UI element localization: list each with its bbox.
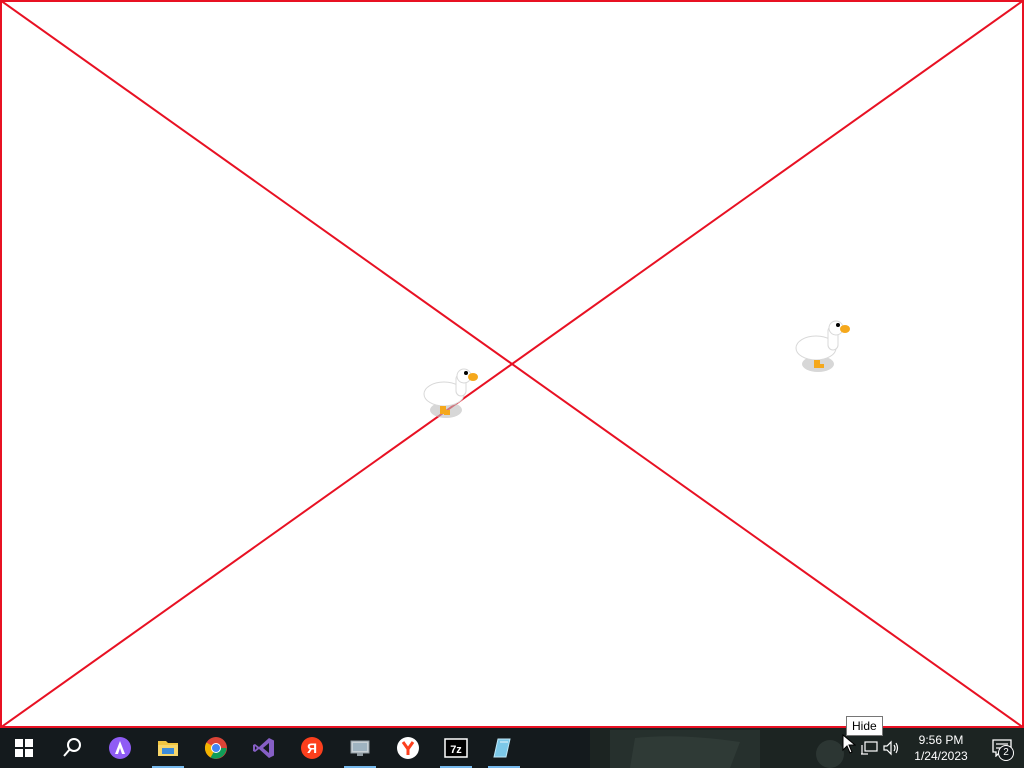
svg-text:Я: Я: [307, 740, 317, 756]
monitor-icon: [350, 740, 370, 756]
missing-image-placeholder: [0, 0, 1024, 728]
search-icon: [63, 738, 81, 757]
svg-text:7z: 7z: [450, 744, 462, 756]
monitor-app[interactable]: [336, 728, 384, 768]
start-button[interactable]: [0, 728, 48, 768]
notification-count-badge: 2: [998, 745, 1014, 761]
notepad-icon: [493, 738, 511, 758]
network-icon: [861, 741, 878, 755]
placeholder-border: [0, 0, 1024, 728]
desktop[interactable]: [0, 0, 1024, 728]
tooltip: Hide: [846, 716, 883, 736]
yandex-browser[interactable]: [384, 728, 432, 768]
notepad-app[interactable]: [480, 728, 528, 768]
yandex[interactable]: Я: [288, 728, 336, 768]
alice-icon: [109, 737, 131, 759]
windows-icon: [15, 739, 33, 757]
volume-icon: [883, 740, 899, 756]
file-explorer[interactable]: [144, 728, 192, 768]
placeholder-diagonal-1: [0, 0, 1024, 728]
folder-icon: [158, 741, 178, 756]
visual-studio-icon: [253, 738, 274, 758]
search-button[interactable]: [48, 728, 96, 768]
alice-assistant[interactable]: [96, 728, 144, 768]
chrome-icon: [204, 737, 227, 759]
goose-right[interactable]: [790, 314, 854, 378]
chrome[interactable]: [192, 728, 240, 768]
action-center-button[interactable]: 2: [980, 728, 1024, 768]
visual-studio[interactable]: [240, 728, 288, 768]
clock-date: 1/24/2023: [914, 749, 968, 763]
goose-left[interactable]: [418, 362, 482, 426]
mouse-cursor-icon: [842, 734, 856, 754]
yandex-icon: Я: [301, 737, 323, 759]
7zip[interactable]: 7z: [432, 728, 480, 768]
clock[interactable]: 9:56 PM 1/24/2023: [902, 728, 980, 768]
7z-icon: 7z: [444, 738, 468, 758]
placeholder-diagonal-2: [0, 0, 1024, 728]
yandex-browser-icon: [397, 737, 419, 759]
volume-tray[interactable]: [880, 728, 902, 768]
clock-time: 9:56 PM: [918, 733, 964, 747]
